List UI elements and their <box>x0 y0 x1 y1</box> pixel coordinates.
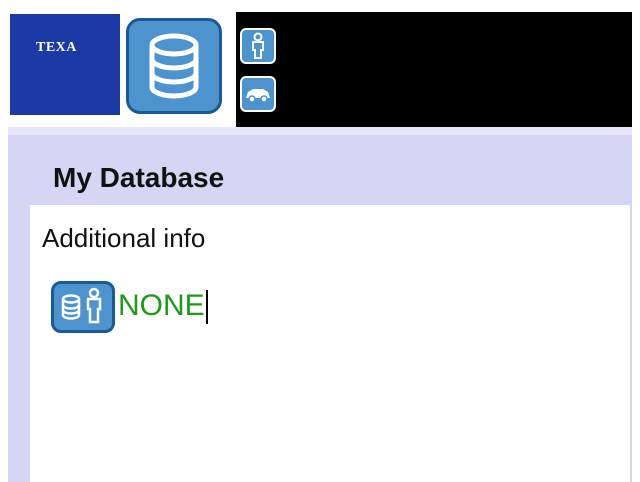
additional-info-field[interactable]: NONE <box>118 285 218 327</box>
person-icon <box>252 32 264 59</box>
database-icon[interactable] <box>126 18 222 114</box>
text-caret <box>205 290 208 325</box>
page-title: My Database <box>53 162 225 193</box>
car-icon <box>246 89 270 103</box>
car-button[interactable] <box>240 76 276 112</box>
header-divider <box>8 127 632 135</box>
logo-text: TEXA <box>36 40 77 55</box>
field-value: NONE <box>118 289 205 322</box>
person-button[interactable] <box>240 28 276 64</box>
app-screen: TEXA My Database Additional info NONE <box>8 12 632 482</box>
database-person-icon[interactable] <box>51 281 115 333</box>
info-panel: Additional info NONE <box>30 205 630 482</box>
section-label: Additional info <box>42 223 206 253</box>
texa-logo: TEXA <box>10 14 120 115</box>
